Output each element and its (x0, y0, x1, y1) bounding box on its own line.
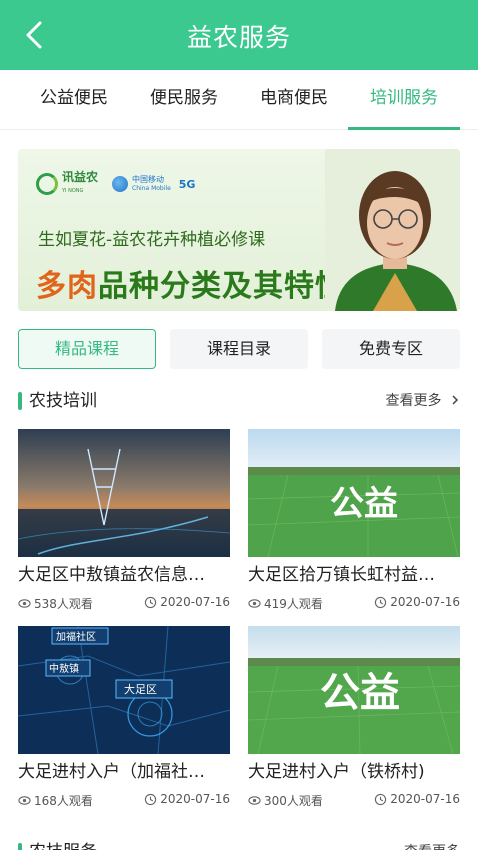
section-title: 农技服务 (29, 840, 97, 850)
video-meta: 168人观看 2020-07-16 (18, 792, 230, 808)
digital-map-thumbnail: 加福社区 中敖镇 大足区 (18, 626, 230, 754)
publish-date: 2020-07-16 (374, 595, 460, 609)
video-meta: 300人观看 2020-07-16 (248, 792, 460, 808)
eye-icon (248, 796, 261, 805)
power-tower-thumbnail (18, 429, 230, 557)
view-count: 168人观看 (18, 792, 93, 809)
tab-label: 电商便民 (260, 88, 328, 108)
chip-featured-courses[interactable]: 精品课程 (18, 329, 156, 369)
view-count: 538人观看 (18, 595, 93, 612)
partner-logo-text: 中国移动 China Mobile (132, 175, 171, 192)
publish-date: 2020-07-16 (374, 792, 460, 806)
tab-ecommerce[interactable]: 电商便民 (238, 70, 350, 130)
view-more-link[interactable]: 查看更多 (386, 389, 460, 413)
yinong-logo-icon (36, 173, 58, 195)
svg-text:加福社区: 加福社区 (56, 630, 96, 643)
clock-icon (145, 596, 157, 608)
farmland-gongyi-thumbnail: 公益 (248, 626, 460, 754)
chip-course-catalog[interactable]: 课程目录 (170, 329, 308, 369)
banner-headline: 多肉品种分类及其特性 (36, 269, 346, 304)
view-more-label: 查看更多 (385, 393, 442, 409)
banner-subtitle: 生如夏花-益农花卉种植必修课 (38, 230, 266, 250)
category-tabs: 公益便民 便民服务 电商便民 培训服务 (0, 70, 478, 130)
eye-icon (18, 796, 31, 805)
video-title: 大足进村入户（铁桥村) (248, 762, 425, 782)
video-card[interactable]: 大足区中敖镇益农信息… 538人观看 2020-07-16 (18, 429, 230, 614)
section-header: 农技培训 查看更多 (18, 389, 460, 413)
instructor-portrait-image (325, 149, 460, 311)
tab-label: 便民服务 (150, 88, 218, 108)
video-meta: 538人观看 2020-07-16 (18, 595, 230, 611)
course-banner[interactable]: 讯益农 YI NONG 中国移动 China Mobile 5G 生如夏花-益农花卉… (18, 149, 460, 311)
section-accent-bar (18, 392, 22, 410)
video-card[interactable]: 公益 大足区拾万镇长虹村益… 419人观看 2020-07-16 (248, 429, 460, 614)
tab-label: 培训服务 (370, 88, 438, 108)
video-meta: 419人观看 2020-07-16 (248, 595, 460, 611)
video-title: 大足区拾万镇长虹村益… (248, 565, 435, 585)
active-tab-indicator (348, 127, 460, 130)
svg-text:大足区: 大足区 (124, 682, 157, 696)
brand-logo-text: 讯益农 YI NONG (62, 170, 99, 194)
video-card[interactable]: 公益 大足进村入户（铁桥村) 300人观看 2020-07-16 (248, 626, 460, 811)
eye-icon (18, 599, 31, 608)
banner-logos: 讯益农 YI NONG 中国移动 China Mobile 5G (36, 171, 195, 197)
chevron-right-icon (452, 395, 459, 405)
publish-date: 2020-07-16 (144, 595, 230, 609)
next-section-header: 农技服务 查看更多 (18, 840, 460, 850)
china-mobile-logo-icon (112, 176, 129, 192)
tab-training-service[interactable]: 培训服务 (348, 70, 460, 130)
network-badge: 5G (178, 177, 196, 191)
view-count: 419人观看 (248, 595, 323, 612)
video-title: 大足区中敖镇益农信息… (18, 565, 205, 585)
svg-text:公益: 公益 (330, 484, 398, 524)
eye-icon (248, 599, 261, 608)
chip-free-zone[interactable]: 免费专区 (322, 329, 460, 369)
tab-convenience-service[interactable]: 便民服务 (128, 70, 240, 130)
publish-date: 2020-07-16 (144, 792, 230, 806)
page-title: 益农服务 (186, 23, 291, 52)
tab-label: 公益便民 (40, 88, 108, 108)
view-count: 300人观看 (248, 792, 323, 809)
view-more-link[interactable]: 查看更多 (404, 840, 460, 850)
tab-public-welfare[interactable]: 公益便民 (18, 70, 130, 130)
farmland-gongyi-thumbnail: 公益 (248, 429, 460, 557)
svg-text:中敖镇: 中敖镇 (49, 662, 79, 675)
course-filter-chips: 精品课程 课程目录 免费专区 (18, 329, 460, 369)
video-title: 大足进村入户（加福社… (18, 762, 205, 782)
clock-icon (375, 793, 387, 805)
section-title: 农技培训 (29, 391, 97, 411)
clock-icon (375, 596, 387, 608)
video-card[interactable]: 加福社区 中敖镇 大足区 大足进村入户（加福社… 168人观看 2020-07-… (18, 626, 230, 811)
clock-icon (145, 793, 157, 805)
section-accent-bar (18, 843, 22, 850)
app-header: 益农服务 (0, 0, 478, 70)
svg-text:公益: 公益 (320, 669, 400, 716)
